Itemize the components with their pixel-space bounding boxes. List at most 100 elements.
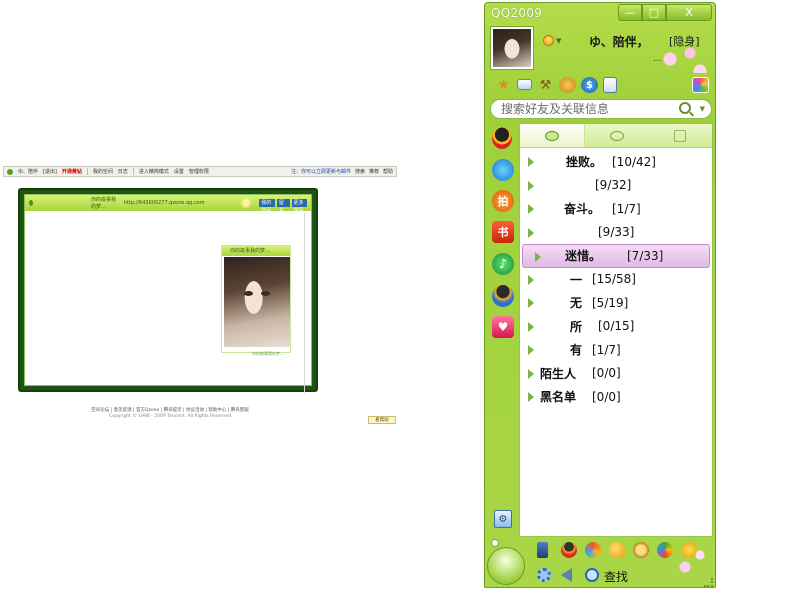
chevron-down-icon[interactable]: ▼ bbox=[700, 105, 705, 113]
friends-icon[interactable] bbox=[492, 285, 514, 307]
news-icon[interactable] bbox=[603, 77, 617, 93]
music-icon[interactable]: ♪ bbox=[492, 253, 514, 275]
qzone-profile-photo[interactable] bbox=[224, 257, 290, 347]
qzone-permission-link[interactable]: 管理权限 bbox=[189, 168, 209, 175]
expand-arrow-icon[interactable] bbox=[528, 321, 534, 332]
avatar[interactable] bbox=[491, 27, 533, 69]
online-status-selector[interactable]: ▼ bbox=[543, 35, 561, 46]
qzone-toolbar: ゆ、陪伴 [退出] 开通黄钻 我的空间 日志 进入精简模式 设置 管理权限 注：… bbox=[3, 166, 397, 177]
help-mini-label: 看帮助 bbox=[375, 418, 389, 423]
main-menu-button[interactable] bbox=[487, 547, 525, 585]
love-icon[interactable]: ♥ bbox=[492, 316, 514, 338]
app-manager-icon[interactable]: ⚙ bbox=[494, 510, 512, 528]
qzone-help-mini-button[interactable]: 看帮助 bbox=[368, 416, 396, 424]
qzone-my-space-button[interactable]: 我的空间 bbox=[259, 199, 275, 214]
star-icon[interactable]: ★ bbox=[495, 77, 512, 93]
tenpay-icon[interactable]: $ bbox=[581, 77, 598, 93]
expand-arrow-icon[interactable] bbox=[528, 227, 534, 238]
group-online-count: [0/0] bbox=[592, 389, 621, 404]
qzone-exit-link[interactable]: [退出] bbox=[43, 168, 57, 175]
speaker-icon[interactable] bbox=[561, 568, 572, 582]
contact-group-row[interactable]: 有 [1/7] bbox=[520, 338, 712, 362]
paipai-icon[interactable]: 拍 bbox=[492, 190, 514, 212]
expand-arrow-icon[interactable] bbox=[528, 274, 534, 285]
expand-arrow-icon[interactable] bbox=[528, 345, 534, 355]
group-online-count: [9/33] bbox=[598, 225, 635, 240]
contact-group-row[interactable]: 一 [15/58] bbox=[520, 268, 712, 292]
tab-recent[interactable] bbox=[648, 124, 712, 147]
contact-group-row[interactable]: 黑名单 [0/0] bbox=[520, 385, 712, 409]
qzone-upgrade-link[interactable]: 开通黄钻 bbox=[62, 168, 82, 175]
minimize-button[interactable]: — bbox=[618, 4, 642, 21]
find-button-label[interactable]: 查找 bbox=[604, 568, 628, 585]
group-name: 有 bbox=[570, 343, 583, 358]
maximize-button[interactable]: □ bbox=[642, 4, 666, 21]
qzone-header-url: http://643600277.qzone.qq.com bbox=[123, 200, 205, 206]
qq-pet-icon[interactable] bbox=[609, 542, 625, 558]
contact-group-row[interactable]: 所 [0/15] bbox=[520, 315, 712, 339]
expand-arrow-icon[interactable] bbox=[528, 368, 534, 379]
app-sidebar: 拍 书 ♪ ♥ ⚙ bbox=[485, 123, 519, 543]
qzone-simple-mode-link[interactable]: 进入精简模式 bbox=[139, 168, 169, 175]
contact-group-row[interactable]: 挫败。 [10/42] bbox=[520, 150, 712, 174]
qq-browser-icon[interactable] bbox=[585, 542, 601, 558]
qzone-scrollbar[interactable] bbox=[304, 213, 309, 393]
contact-group-row[interactable]: 陌生人 [0/0] bbox=[520, 362, 712, 386]
gear-icon[interactable] bbox=[537, 568, 551, 582]
contact-group-row[interactable]: 迷惜。 [7/33] bbox=[522, 244, 710, 268]
qzone-copyright: Copyright © 1998 - 2009 Tencent. All Rig… bbox=[108, 414, 232, 419]
bottom-toolbar: 查找 bbox=[485, 537, 715, 587]
wallet-icon[interactable] bbox=[559, 77, 576, 93]
expand-arrow-icon[interactable] bbox=[535, 252, 541, 262]
resize-grip[interactable] bbox=[704, 578, 713, 587]
qq-penguin-icon[interactable] bbox=[492, 127, 512, 149]
contact-group-row[interactable]: [9/32] bbox=[520, 174, 712, 198]
group-name: 无 bbox=[570, 296, 583, 311]
qzone-feed-notice-link[interactable]: 注：你可以立即更新与邮件 bbox=[291, 168, 351, 175]
book-icon[interactable]: 书 bbox=[492, 221, 514, 243]
qzone-search-menu[interactable]: 搜索 bbox=[355, 168, 365, 175]
contact-group-row[interactable]: [9/33] bbox=[520, 221, 712, 245]
qzone-card-footer: 你的故事我的梦... bbox=[252, 351, 284, 356]
nickname[interactable]: ゆ、陪伴， bbox=[589, 33, 649, 50]
video-icon[interactable] bbox=[681, 542, 697, 558]
search-input[interactable] bbox=[501, 102, 671, 116]
tab-contacts[interactable] bbox=[520, 124, 585, 147]
mobile-icon[interactable] bbox=[537, 542, 548, 558]
qq-titlebar[interactable]: QQ2009 — □ X bbox=[485, 3, 715, 23]
qzone-more-button[interactable]: 更多空间 bbox=[291, 199, 308, 214]
qzone-guestbook-button[interactable]: 留言板 bbox=[276, 199, 290, 222]
expand-arrow-icon[interactable] bbox=[528, 157, 534, 167]
qzone-help-menu[interactable]: 帮助 bbox=[383, 168, 393, 175]
qzone-recommend-menu[interactable]: 推荐 bbox=[369, 168, 379, 175]
qzone-header-icon bbox=[29, 200, 34, 206]
close-button[interactable]: X bbox=[666, 4, 712, 21]
friend-search-box[interactable]: ▼ bbox=[490, 99, 712, 119]
expand-arrow-icon[interactable] bbox=[528, 180, 534, 191]
expand-arrow-icon[interactable] bbox=[528, 298, 534, 308]
collapse-icon[interactable] bbox=[491, 539, 499, 547]
mail-icon[interactable] bbox=[517, 79, 532, 90]
skin-color-icon[interactable] bbox=[692, 77, 709, 93]
group-name: 奋斗。 bbox=[564, 202, 601, 217]
signature[interactable]: ... bbox=[653, 54, 662, 64]
contact-group-row[interactable]: 无 [5/19] bbox=[520, 291, 712, 315]
qzone-settings-link[interactable]: 设置 bbox=[174, 168, 184, 175]
qq-show-icon[interactable] bbox=[633, 542, 649, 558]
group-name: 一 bbox=[570, 272, 583, 287]
contact-group-row[interactable]: 奋斗。 [1/7] bbox=[520, 197, 712, 221]
tab-groups[interactable] bbox=[585, 124, 649, 147]
expand-arrow-icon[interactable] bbox=[528, 204, 534, 214]
group-online-count: [10/42] bbox=[612, 154, 656, 169]
auction-hammer-icon[interactable]: ⚒ bbox=[537, 77, 554, 93]
expand-arrow-icon[interactable] bbox=[528, 392, 534, 402]
soso-icon[interactable] bbox=[657, 542, 673, 558]
find-icon[interactable] bbox=[585, 568, 599, 582]
browser-icon[interactable] bbox=[492, 159, 514, 181]
qzone-my-space-link[interactable]: 我的空间 bbox=[93, 168, 113, 175]
qq-game-icon[interactable] bbox=[561, 542, 577, 558]
qzone-log-link[interactable]: 日志 bbox=[118, 168, 128, 175]
group-name: 挫败。 bbox=[566, 155, 603, 170]
qzone-user-name[interactable]: ゆ、陪伴 bbox=[18, 168, 38, 175]
search-icon[interactable] bbox=[679, 102, 691, 114]
